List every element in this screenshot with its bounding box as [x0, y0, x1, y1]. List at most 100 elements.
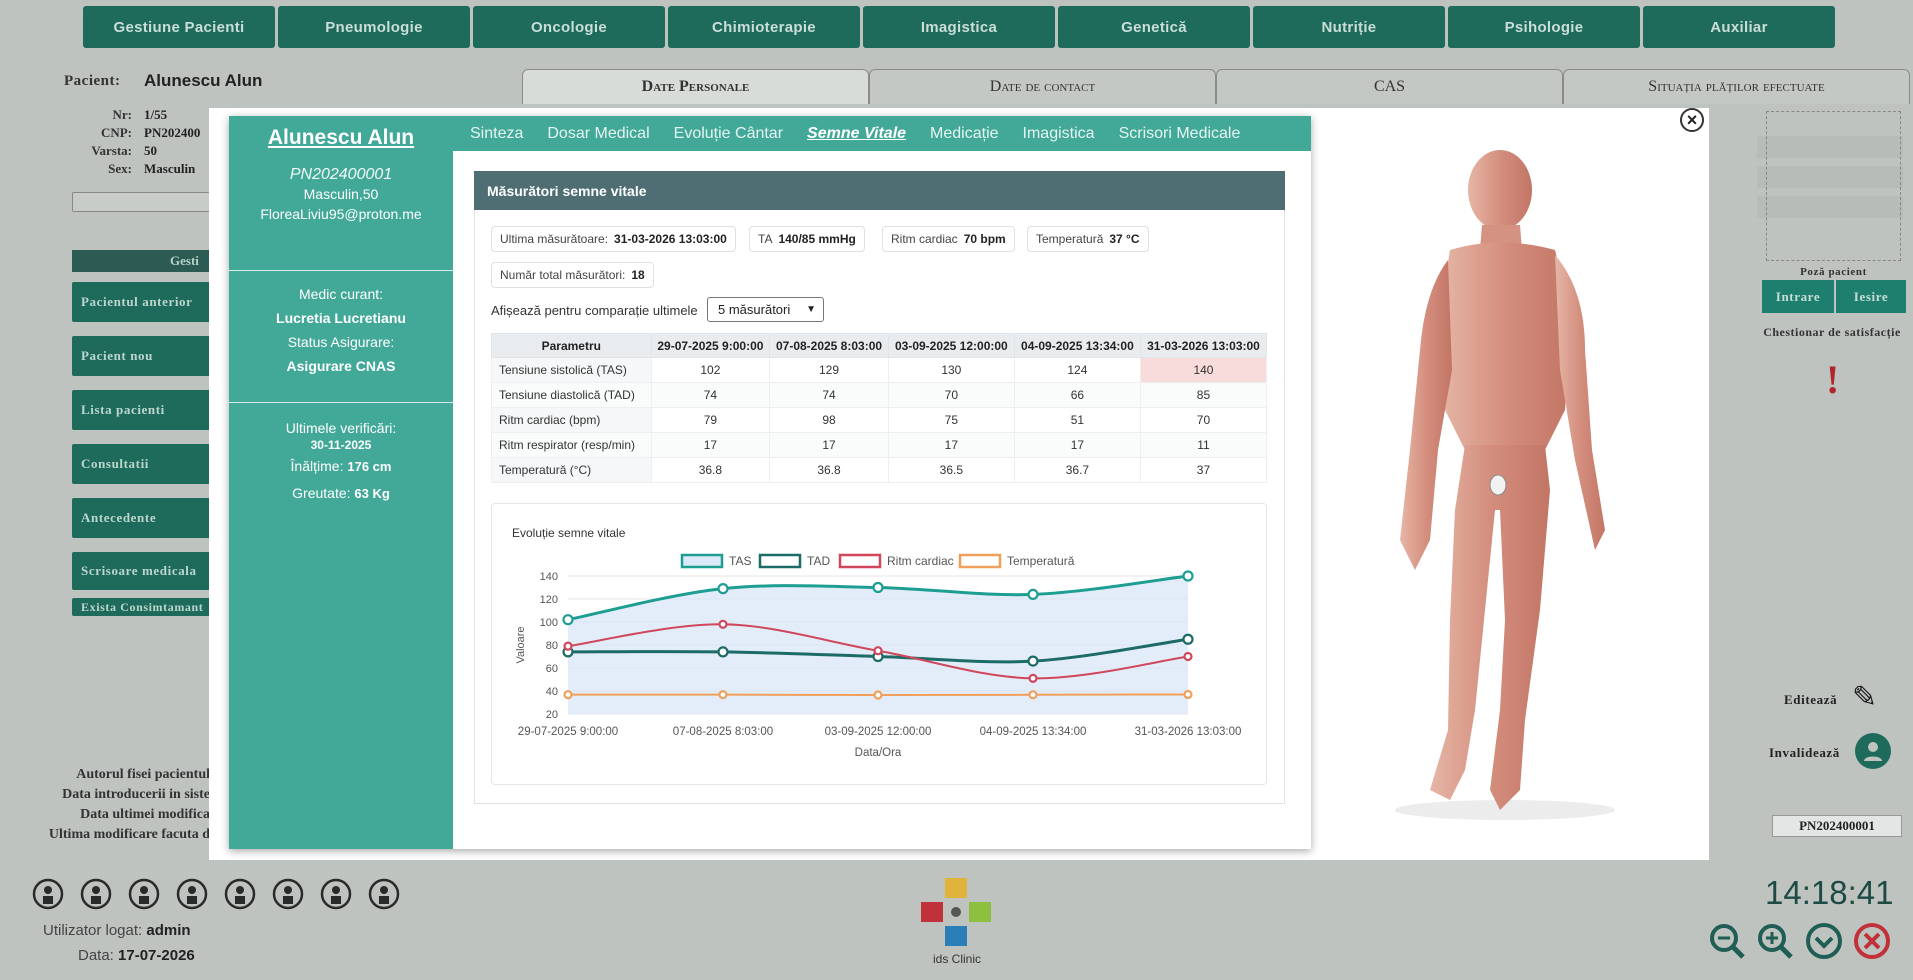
weight-value: 63 Kg	[354, 486, 390, 501]
topnav-0[interactable]: Gestiune Pacienti	[83, 6, 275, 48]
table-cell: 51	[1013, 407, 1141, 433]
data-point	[1027, 588, 1039, 601]
weight-row: Greutate: 63 Kg	[229, 485, 453, 501]
topnav-1[interactable]: Pneumologie	[278, 6, 470, 48]
y-axis-label: Valoare	[515, 626, 527, 663]
table-cell: 74	[650, 382, 771, 408]
topnav-4[interactable]: Imagistica	[863, 6, 1055, 48]
exit-icon[interactable]	[1853, 922, 1891, 960]
bg-tab-2[interactable]: CAS	[1216, 69, 1563, 104]
info-person-icon[interactable]	[174, 876, 210, 912]
modal-tab-5[interactable]: Imagistica	[1023, 125, 1095, 143]
help-icon[interactable]	[318, 876, 354, 912]
close-icon[interactable]: ×	[1680, 108, 1704, 132]
table-cell: 17	[1013, 432, 1141, 458]
modal-tab-4[interactable]: Medicație	[930, 125, 998, 143]
y-tick-label: 20	[546, 709, 558, 721]
topnav-3[interactable]: Chimioterapie	[668, 6, 860, 48]
legend-swatch	[680, 553, 724, 569]
bg-button-5[interactable]: Scrisoare medicala	[72, 552, 212, 590]
confirm-icon[interactable]	[1805, 922, 1843, 960]
table-row: Tensiune sistolică (TAS) 102 129 130 124 140	[491, 357, 1268, 383]
data-point	[717, 646, 729, 658]
table-cell: 70	[887, 382, 1015, 408]
verif-date: 30-11-2025	[310, 438, 372, 452]
chat-icon[interactable]	[270, 876, 306, 912]
table-cell: 79	[650, 407, 771, 433]
bg-field-value: 50	[144, 143, 157, 158]
chart-title: Evoluție semne vitale	[512, 526, 626, 540]
table-cell: 140	[1139, 357, 1268, 383]
modal-tab-3[interactable]: Semne Vitale	[807, 125, 906, 143]
topnav-5[interactable]: Genetică	[1058, 6, 1250, 48]
chevron-down-icon: ▼	[806, 304, 816, 315]
height-row: Înălțime: 176 cm	[229, 458, 453, 474]
data-point	[1182, 570, 1194, 582]
bg-tab-1[interactable]: Date de contact	[869, 69, 1216, 104]
topnav-7[interactable]: Psihologie	[1448, 6, 1640, 48]
support-agent-icon[interactable]	[222, 876, 258, 912]
badge-label: Ultima măsurătoare:	[500, 232, 609, 246]
data-point	[563, 690, 573, 700]
bg-footer-line: Autorul fisei pacientul	[76, 767, 210, 782]
doctor-icon[interactable]	[366, 876, 402, 912]
bg-button-2[interactable]: Lista pacienti	[72, 390, 212, 430]
badge-label: Număr total măsurători:	[500, 268, 626, 282]
bg-tab-0[interactable]: Date Personale	[522, 69, 869, 104]
sidebar-divider	[229, 270, 453, 271]
status-value: Asigurare CNAS	[286, 358, 396, 374]
vitals-chart: Evoluție semne vitale 20 40 60 80 100 120 140 29…	[512, 526, 1241, 759]
anatomy-figure[interactable]	[1370, 150, 1640, 830]
table-cell: 36.8	[769, 457, 889, 483]
date-value: 17-07-2026	[118, 947, 195, 964]
bg-button-4[interactable]: Antecedente	[72, 498, 212, 538]
compare-select[interactable]: 5 măsurători ▼	[707, 297, 824, 322]
user-invalidate-icon[interactable]	[1855, 733, 1891, 769]
table-cell: 17	[650, 432, 771, 458]
table-cell: 36.7	[1013, 457, 1141, 483]
pencil-icon[interactable]: ✎	[1852, 680, 1877, 715]
sidebar-patient-name[interactable]: Alunescu Alun	[229, 126, 453, 150]
invalideaza-label[interactable]: Invalidează	[1769, 745, 1840, 761]
x-tick-label: 03-09-2025 12:00:00	[825, 726, 932, 738]
bg-button-1[interactable]: Pacient nou	[72, 336, 212, 376]
intrare-button[interactable]: Intrare	[1762, 280, 1834, 313]
network-icon[interactable]	[126, 876, 162, 912]
patient-photo-placeholder[interactable]	[1766, 111, 1901, 261]
modal-tab-0[interactable]: Sinteza	[470, 125, 523, 143]
data-point	[562, 614, 574, 626]
search-input[interactable]	[72, 192, 222, 212]
bg-button-6[interactable]: Exista Consimtamant	[72, 598, 212, 616]
verif-label: Ultimele verificări:	[285, 420, 397, 436]
data-point	[1028, 690, 1038, 700]
sidebar-divider	[229, 402, 453, 403]
legend-swatch	[958, 553, 1002, 569]
bg-button-3[interactable]: Consultatii	[72, 444, 212, 484]
topnav-8[interactable]: Auxiliar	[1643, 6, 1835, 48]
badge-total: Număr total măsurători: 18	[491, 262, 654, 288]
legend-swatch	[758, 553, 802, 569]
settings-icon[interactable]	[78, 876, 114, 912]
zoom-in-icon[interactable]	[1756, 922, 1794, 960]
table-header: 03-09-2025 12:00:00	[887, 333, 1015, 358]
y-tick-label: 100	[540, 617, 558, 629]
data-point	[1183, 689, 1193, 700]
table-cell: 36.5	[887, 457, 1015, 483]
zoom-out-icon[interactable]	[1708, 922, 1746, 960]
patient-photo-label: Poză pacient	[1800, 266, 1867, 278]
gestiune-header: Gesti	[72, 250, 212, 272]
editeaza-label[interactable]: Editează	[1784, 692, 1837, 708]
iesire-button[interactable]: Iesire	[1836, 280, 1906, 313]
topnav-2[interactable]: Oncologie	[473, 6, 665, 48]
modal-tab-1[interactable]: Dosar Medical	[547, 125, 649, 143]
chestionar-label[interactable]: Chestionar de satisfacție	[1762, 325, 1902, 340]
bg-button-0[interactable]: Pacientul anterior	[72, 282, 212, 322]
bg-tab-3[interactable]: Situația plăților efectuate	[1563, 69, 1910, 104]
monitor-icon[interactable]	[30, 876, 66, 912]
topnav-6[interactable]: Nutriție	[1253, 6, 1445, 48]
table-header: 07-08-2025 8:03:00	[769, 333, 889, 358]
modal-tab-2[interactable]: Evoluție Cântar	[674, 125, 783, 143]
table-header: 04-09-2025 13:34:00	[1013, 333, 1141, 358]
legend-label: Temperatură	[1007, 554, 1075, 568]
modal-tab-6[interactable]: Scrisori Medicale	[1119, 125, 1241, 143]
